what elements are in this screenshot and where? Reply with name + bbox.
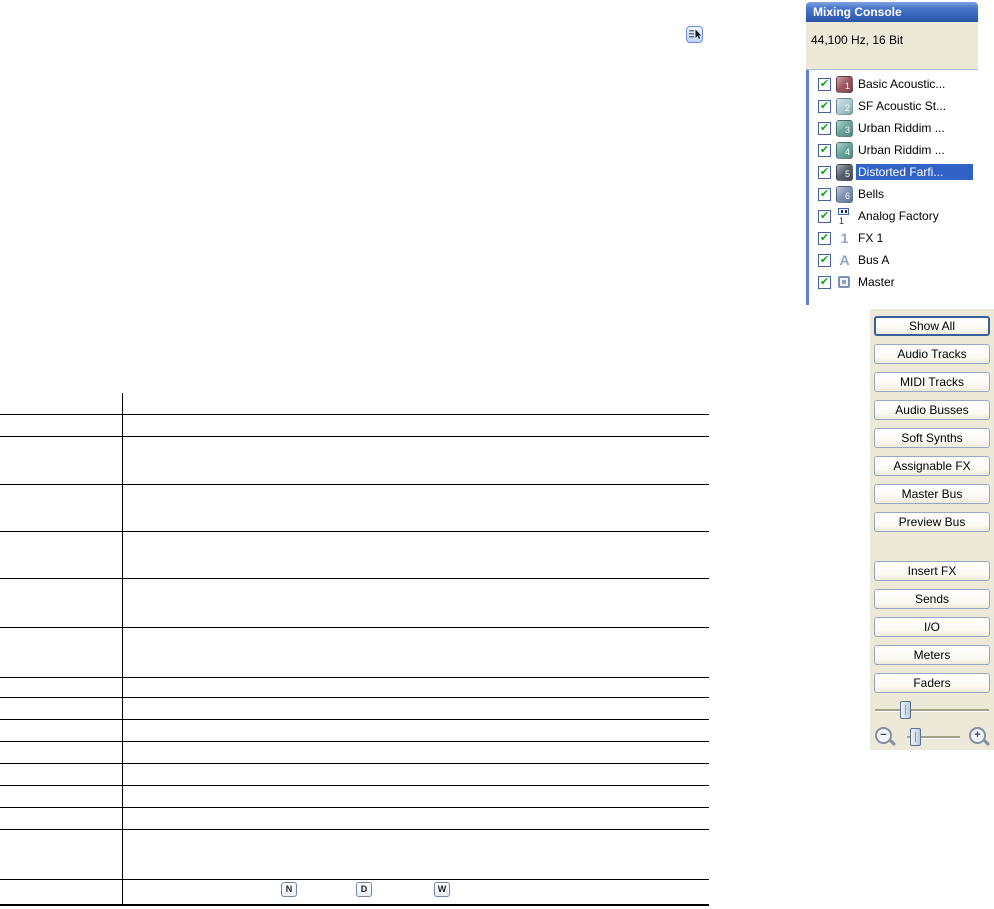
soft-synths-button[interactable]: Soft Synths xyxy=(874,428,990,448)
project-format-info: 44,100 Hz, 16 Bit xyxy=(806,22,978,70)
mixing-console-toolbar: Show All Audio Tracks MIDI Tracks Audio … xyxy=(870,309,994,750)
window-title-bar[interactable]: Mixing Console xyxy=(806,2,978,22)
track-row[interactable]: ✔ 5 Distorted Farfi... xyxy=(809,161,973,183)
slider-track[interactable] xyxy=(875,709,989,711)
table-row xyxy=(0,628,709,678)
track-label[interactable]: Analog Factory xyxy=(856,208,973,224)
track-label[interactable]: Urban Riddim ... xyxy=(856,142,973,158)
table-footer-keys: N D W xyxy=(0,882,709,906)
zoom-out-icon[interactable]: − xyxy=(875,727,892,744)
table-column-divider xyxy=(122,393,123,906)
track-checkbox[interactable]: ✔ xyxy=(818,143,831,157)
track-row[interactable]: ✔ 2 SF Acoustic St... xyxy=(809,95,973,117)
table-row xyxy=(0,742,709,764)
table-row xyxy=(0,393,709,415)
table-row xyxy=(0,786,709,808)
soft-synth-icon: 1 xyxy=(836,207,853,225)
sends-button[interactable]: Sends xyxy=(874,589,990,609)
master-bus-icon xyxy=(836,274,853,291)
table-row xyxy=(0,485,709,532)
track-label[interactable]: FX 1 xyxy=(856,230,973,246)
track-checkbox[interactable]: ✔ xyxy=(818,99,831,113)
track-checkbox[interactable]: ✔ xyxy=(818,231,831,245)
zoom-slider-thumb[interactable] xyxy=(910,728,921,746)
table-row xyxy=(0,808,709,830)
track-checkbox[interactable]: ✔ xyxy=(818,77,831,91)
track-label[interactable]: Distorted Farfi... xyxy=(856,164,973,180)
zoom-in-icon[interactable]: + xyxy=(969,727,986,744)
mixing-console-window: Mixing Console 44,100 Hz, 16 Bit ✔ 1 Bas… xyxy=(806,2,978,305)
track-checkbox[interactable]: ✔ xyxy=(818,187,831,201)
track-color-icon: 2 xyxy=(836,97,853,115)
table-row xyxy=(0,415,709,437)
track-checkbox[interactable]: ✔ xyxy=(818,253,831,267)
track-row[interactable]: ✔ Master xyxy=(809,271,973,293)
meters-button[interactable]: Meters xyxy=(874,645,990,665)
table-row xyxy=(0,698,709,720)
channel-width-slider xyxy=(874,701,990,720)
table-row xyxy=(0,720,709,742)
track-label[interactable]: SF Acoustic St... xyxy=(856,98,973,114)
zoom-slider-row: − + xyxy=(874,724,990,750)
track-label[interactable]: Bus A xyxy=(856,252,973,268)
midi-tracks-button[interactable]: MIDI Tracks xyxy=(874,372,990,392)
show-all-button[interactable]: Show All xyxy=(874,316,990,336)
track-checkbox[interactable]: ✔ xyxy=(818,275,831,289)
track-row[interactable]: ✔ 4 Urban Riddim ... xyxy=(809,139,973,161)
assignable-fx-button[interactable]: Assignable FX xyxy=(874,456,990,476)
master-bus-button[interactable]: Master Bus xyxy=(874,484,990,504)
track-checkbox[interactable]: ✔ xyxy=(818,121,831,135)
assignable-fx-icon: 1 xyxy=(840,229,849,246)
table-row xyxy=(0,437,709,485)
table-row xyxy=(0,764,709,786)
track-row[interactable]: ✔ 6 Bells xyxy=(809,183,973,205)
track-label[interactable]: Urban Riddim ... xyxy=(856,120,973,136)
track-color-icon: 4 xyxy=(836,141,853,159)
preview-bus-button[interactable]: Preview Bus xyxy=(874,512,990,532)
mixing-console-margin-icon xyxy=(686,26,703,43)
table-row xyxy=(0,678,709,698)
track-row[interactable]: ✔ A Bus A xyxy=(809,249,973,271)
bus-icon: A xyxy=(839,251,850,268)
book-page: N D W Mixing Console 44,100 Hz, 16 Bit ✔… xyxy=(0,0,994,909)
audio-busses-button[interactable]: Audio Busses xyxy=(874,400,990,420)
audio-tracks-button[interactable]: Audio Tracks xyxy=(874,344,990,364)
key-n-icon: N xyxy=(281,882,297,897)
track-checkbox[interactable]: ✔ xyxy=(818,209,831,223)
table-row xyxy=(0,830,709,880)
track-label[interactable]: Master xyxy=(856,274,973,290)
button-group-gap xyxy=(874,540,990,561)
track-label[interactable]: Bells xyxy=(856,186,973,202)
io-button[interactable]: I/O xyxy=(874,617,990,637)
table-row xyxy=(0,532,709,579)
list-cursor-icon xyxy=(689,29,701,39)
track-label[interactable]: Basic Acoustic... xyxy=(856,76,973,92)
slider-thumb[interactable] xyxy=(900,701,911,719)
faders-button[interactable]: Faders xyxy=(874,673,990,693)
track-color-icon: 6 xyxy=(836,185,853,203)
track-row[interactable]: ✔ 1 FX 1 xyxy=(809,227,973,249)
key-d-icon: D xyxy=(356,882,372,897)
key-w-icon: W xyxy=(434,882,450,897)
track-row[interactable]: ✔ 3 Urban Riddim ... xyxy=(809,117,973,139)
insert-fx-button[interactable]: Insert FX xyxy=(874,561,990,581)
track-list: ✔ 1 Basic Acoustic... ✔ 2 SF Acoustic St… xyxy=(806,70,978,305)
track-checkbox[interactable]: ✔ xyxy=(818,165,831,179)
track-row[interactable]: ✔ 1 Basic Acoustic... xyxy=(809,73,973,95)
track-color-icon: 3 xyxy=(836,119,853,137)
table-row xyxy=(0,579,709,628)
reference-table: N D W xyxy=(0,393,709,906)
track-color-icon: 1 xyxy=(836,75,853,93)
track-color-icon: 5 xyxy=(836,163,853,181)
track-row[interactable]: ✔ 1 Analog Factory xyxy=(809,205,973,227)
